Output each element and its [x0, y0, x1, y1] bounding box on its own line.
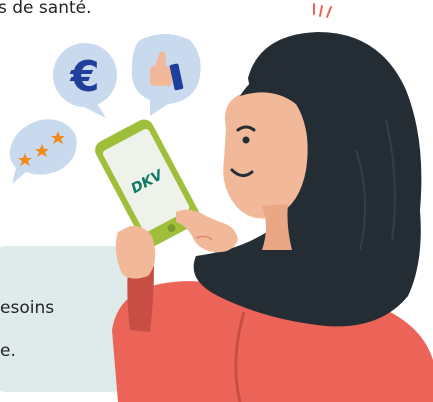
illustration-stage: s de santé. esoins e. € DKV [0, 0, 433, 402]
smartphone: DKV [95, 119, 200, 247]
rating-bubble [9, 119, 77, 184]
eye [242, 136, 250, 144]
excitement-lines [313, 3, 332, 18]
euro-bubble: € [53, 43, 117, 118]
woman-with-phone-illustration: € DKV [9, 3, 433, 402]
thumbs-up-bubble [131, 34, 201, 116]
euro-icon: € [69, 52, 99, 101]
